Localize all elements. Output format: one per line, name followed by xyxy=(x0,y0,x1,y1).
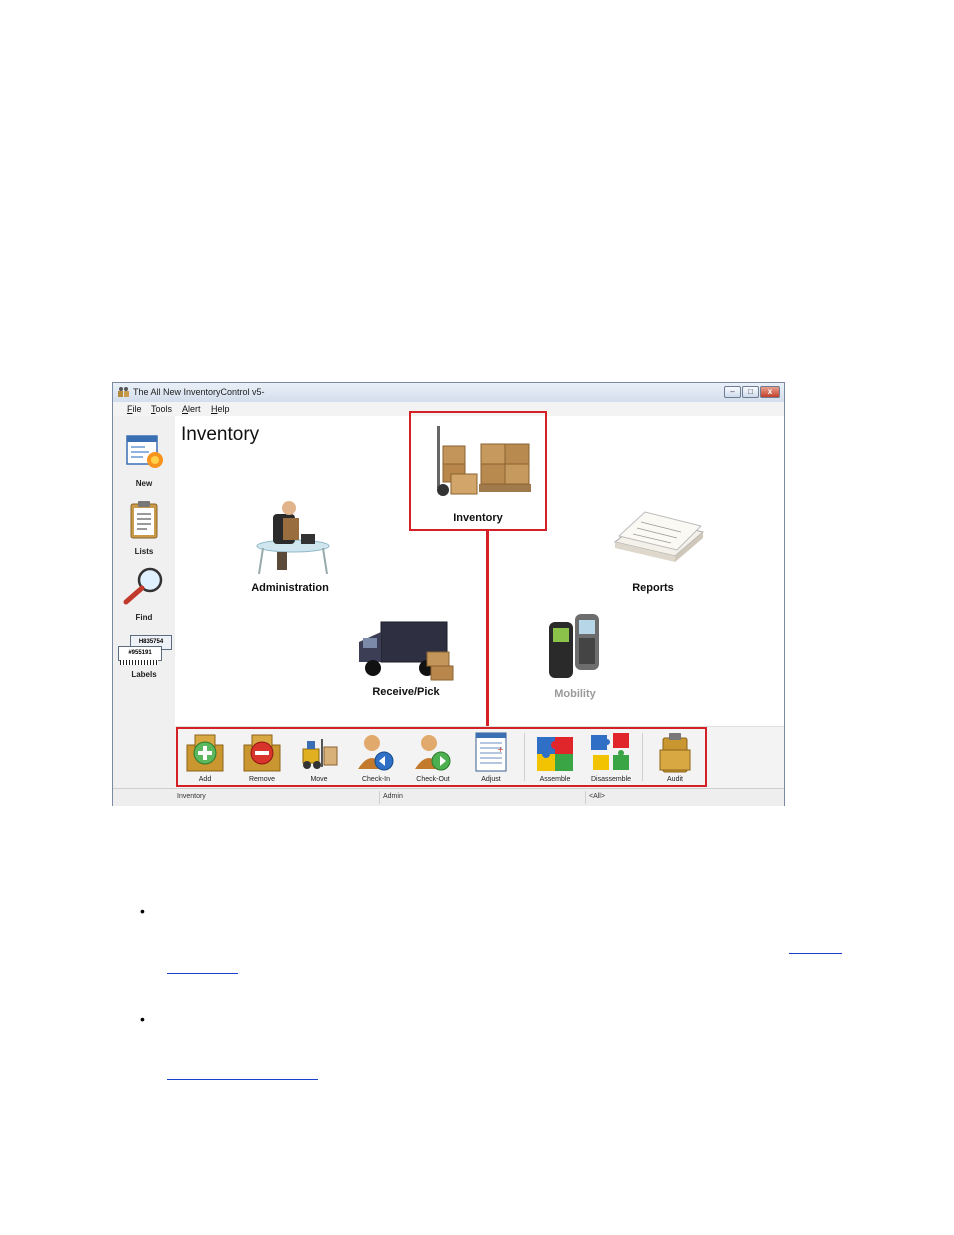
status-module: Inventory xyxy=(177,793,206,800)
module-receive-pick-label: Receive/Pick xyxy=(372,686,440,698)
status-divider xyxy=(379,791,380,804)
page-title: Inventory xyxy=(181,424,260,445)
status-bar: Inventory Admin <All> xyxy=(113,788,784,806)
sidebar-item-labels[interactable]: H835754 #955191 Labels xyxy=(113,634,175,679)
office-desk-icon xyxy=(256,501,330,575)
remove-box-icon xyxy=(243,734,281,772)
toolbar-separator xyxy=(642,733,643,781)
toolbar-disassemble-button[interactable]: Disassemble xyxy=(583,727,639,785)
boxes-hand-truck-icon xyxy=(437,426,531,496)
toolbar-adjust-button[interactable]: + Adjust xyxy=(463,727,519,785)
clipboard-icon xyxy=(130,501,158,539)
toolbar-remove-label: Remove xyxy=(248,776,276,783)
module-mobility-label: Mobility xyxy=(554,688,596,700)
status-divider xyxy=(585,791,586,804)
module-inventory-label: Inventory xyxy=(453,512,503,524)
doc-link-underline[interactable] xyxy=(167,1079,318,1080)
module-reports[interactable]: Reports xyxy=(603,502,705,596)
new-document-icon xyxy=(126,435,163,468)
sidebar-label-find: Find xyxy=(135,613,153,622)
menu-alert[interactable]: Alert xyxy=(182,404,201,414)
toolbar-separator xyxy=(524,733,525,781)
sidebar-label-lists: Lists xyxy=(134,547,154,556)
action-toolbar: Add Remove Move Check-In Check-Out + Adj… xyxy=(175,726,784,789)
menu-help-text: elp xyxy=(217,404,230,414)
menu-file[interactable]: File xyxy=(127,404,142,414)
application-window: The All New InventoryControl v5- – □ x F… xyxy=(112,382,785,806)
toolbar-add-label: Add xyxy=(198,776,212,783)
sidebar-label-new: New xyxy=(135,479,153,488)
toolbar-move-label: Move xyxy=(310,776,328,783)
barcode-labels-icon: H835754 #955191 xyxy=(116,634,172,668)
adjust-sheet-icon: + xyxy=(475,732,507,772)
puzzle-assemble-icon xyxy=(537,737,573,771)
module-administration-label: Administration xyxy=(251,582,329,594)
menu-alert-text: lert xyxy=(188,404,201,414)
toolbar-remove-button[interactable]: Remove xyxy=(234,727,290,785)
handheld-scanner-icon xyxy=(549,614,599,678)
toolbar-disassemble-label: Disassemble xyxy=(590,776,632,783)
delivery-truck-icon xyxy=(359,621,454,681)
add-box-icon xyxy=(186,734,224,772)
check-in-user-icon xyxy=(358,735,394,771)
maximize-button[interactable]: □ xyxy=(742,386,759,398)
toolbar-assemble-label: Assemble xyxy=(539,776,571,783)
menu-tools[interactable]: Tools xyxy=(151,404,172,414)
status-filter: <All> xyxy=(589,793,605,800)
sidebar-item-new[interactable]: New xyxy=(113,432,175,488)
toolbar-adjust-label: Adjust xyxy=(481,776,501,783)
title-bar[interactable]: The All New InventoryControl v5- – □ x xyxy=(113,383,784,402)
minimize-button[interactable]: – xyxy=(724,386,741,398)
toolbar-check-out-button[interactable]: Check-Out xyxy=(405,727,461,785)
app-icon xyxy=(118,387,129,397)
highlight-connector-line xyxy=(486,531,489,730)
sidebar-item-lists[interactable]: Lists xyxy=(113,500,175,556)
module-receive-pick[interactable]: Receive/Pick xyxy=(341,616,471,700)
toolbar-assemble-button[interactable]: Assemble xyxy=(527,727,583,785)
forklift-icon xyxy=(302,739,338,769)
doc-link-underline[interactable] xyxy=(789,953,842,954)
module-mobility[interactable]: Mobility xyxy=(535,612,615,700)
toolbar-add-button[interactable]: Add xyxy=(177,727,233,785)
module-administration[interactable]: Administration xyxy=(239,496,341,596)
sidebar-label-labels: Labels xyxy=(131,670,157,679)
toolbar-check-in-label: Check-In xyxy=(361,776,390,783)
menu-file-text: ile xyxy=(132,404,142,414)
check-out-user-icon xyxy=(415,735,451,771)
toolbar-audit-button[interactable]: Audit xyxy=(647,727,703,785)
magnifier-icon xyxy=(123,567,163,605)
menu-tools-text: ools xyxy=(155,404,173,414)
sidebar-item-find[interactable]: Find xyxy=(113,566,175,622)
toolbar-audit-label: Audit xyxy=(667,776,683,783)
doc-link-underline[interactable] xyxy=(167,973,238,974)
window-title: The All New InventoryControl v5- xyxy=(133,387,265,397)
menu-help[interactable]: Help xyxy=(211,404,230,414)
audit-clipboard-icon xyxy=(659,733,691,773)
paper-stack-icon xyxy=(613,511,705,562)
module-reports-label: Reports xyxy=(632,582,674,594)
status-user: Admin xyxy=(383,793,403,800)
puzzle-disassemble-icon xyxy=(591,733,629,770)
barcode-stripes xyxy=(120,660,158,665)
module-inventory[interactable]: Inventory xyxy=(419,420,537,524)
svg-text:+: + xyxy=(497,745,504,754)
bullet-marker: • xyxy=(140,903,145,919)
bullet-marker: • xyxy=(140,1011,145,1027)
toolbar-check-in-button[interactable]: Check-In xyxy=(348,727,404,785)
toolbar-check-out-label: Check-Out xyxy=(416,776,450,783)
sidebar: New Lists Find H835754 #955191 Labels xyxy=(113,416,176,788)
label-tag-2: #955191 xyxy=(118,646,162,661)
main-panel: Inventory Inventory Administration Repor… xyxy=(175,411,784,730)
close-button[interactable]: x xyxy=(760,386,780,398)
toolbar-move-button[interactable]: Move xyxy=(291,727,347,785)
